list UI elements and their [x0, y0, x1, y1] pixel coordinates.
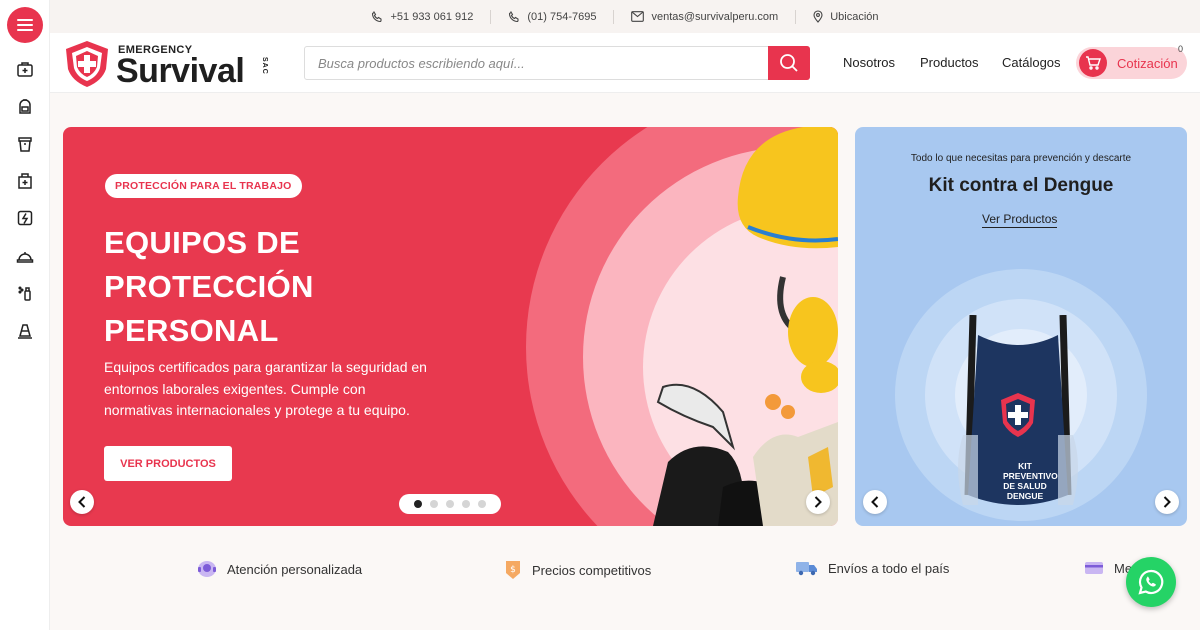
mail-icon — [631, 11, 645, 22]
ppe-equipment-illustration — [653, 127, 838, 526]
chevron-right-icon — [1163, 496, 1171, 508]
logo[interactable]: EMERGENCY Survival SAC — [62, 38, 277, 90]
bag-print-text: KIT PREVENTIVO DE SALUD DENGUE — [1003, 461, 1058, 501]
benefit-label: Envíos a todo el país — [828, 560, 950, 576]
benefit-label: Precios competitivos — [532, 562, 652, 578]
cart-icon — [1086, 56, 1101, 70]
email-address: ventas@survivalperu.com — [651, 10, 779, 23]
logo-suffix: SAC — [261, 57, 268, 75]
phone-contact[interactable]: +51 933 061 912 — [354, 10, 490, 24]
landline-contact[interactable]: (01) 754-7695 — [490, 9, 613, 24]
phone-icon — [509, 10, 519, 22]
shield-cross-icon — [66, 41, 108, 87]
search-button[interactable] — [768, 46, 810, 80]
chevron-right-icon — [814, 496, 822, 508]
benefit-item: Atención personalizada — [197, 560, 362, 578]
carousel-dot[interactable] — [414, 500, 422, 508]
quote-label: Cotización — [1117, 56, 1178, 71]
chevron-left-icon — [871, 496, 879, 508]
promo-title: Kit contra el Dengue — [928, 175, 1114, 196]
benefit-label: Atención personalizada — [227, 561, 363, 577]
location-label: Ubicación — [830, 10, 879, 23]
first-aid-kit-icon[interactable] — [15, 59, 35, 79]
carousel-dots — [399, 494, 501, 514]
promo-subtitle: Todo lo que necesitas para prevención y … — [910, 153, 1132, 164]
cart-icon-wrap — [1079, 49, 1107, 77]
hard-hat-icon[interactable] — [15, 246, 35, 266]
benefit-item: $ Precios competitivos — [504, 560, 651, 580]
whatsapp-icon — [1138, 569, 1164, 595]
hero-title: EQUIPOS DE PROTECCIÓN PERSONAL — [104, 225, 314, 348]
delivery-truck-icon — [796, 562, 817, 576]
svg-text:$: $ — [510, 565, 516, 575]
quote-button[interactable]: Cotización — [1076, 47, 1187, 79]
benefit-item: Me — [1084, 560, 1132, 576]
carousel-dot[interactable] — [462, 500, 470, 508]
contact-bar: +51 933 061 912 (01) 754-7695 ventas@sur… — [50, 0, 1200, 33]
hero-next-button[interactable] — [806, 490, 830, 514]
benefits-strip: Atención personalizada $ Precios competi… — [50, 548, 1200, 592]
hero-description: Equipos certificados para garantizar la … — [104, 359, 427, 418]
payment-card-icon — [1085, 562, 1103, 574]
chevron-left-icon — [78, 496, 86, 508]
nav-nosotros[interactable]: Nosotros — [843, 55, 895, 70]
phone-icon — [372, 10, 383, 22]
hamburger-icon — [17, 19, 33, 31]
nav-productos[interactable]: Productos — [920, 55, 979, 70]
carousel-dot[interactable] — [446, 500, 454, 508]
search-icon — [780, 54, 798, 72]
container-icon[interactable] — [15, 134, 35, 154]
hero-prev-button[interactable] — [70, 490, 94, 514]
email-contact[interactable]: ventas@survivalperu.com — [613, 9, 795, 24]
defibrillator-icon[interactable] — [15, 208, 35, 228]
search-bar — [304, 46, 810, 80]
spray-icon[interactable] — [15, 283, 35, 303]
price-tag-icon: $ — [506, 561, 520, 579]
carousel-dot[interactable] — [430, 500, 438, 508]
map-pin-icon — [813, 10, 823, 23]
hero-category-badge: PROTECCIÓN PARA EL TRABAJO — [105, 174, 302, 198]
promo-link[interactable]: Ver Productos — [982, 212, 1058, 228]
phone-number: +51 933 061 912 — [390, 10, 474, 23]
menu-button[interactable] — [7, 7, 43, 43]
main-header: EMERGENCY Survival SAC Nosotros Producto… — [50, 33, 1200, 93]
benefit-item: Envíos a todo el país — [796, 560, 949, 576]
hero-cta-button[interactable]: VER PRODUCTOS — [104, 446, 232, 481]
traffic-cone-icon[interactable] — [15, 321, 35, 341]
promo-next-button[interactable] — [1155, 490, 1179, 514]
carousel-dot[interactable] — [478, 500, 486, 508]
location-link[interactable]: Ubicación — [795, 9, 895, 24]
search-input[interactable] — [305, 47, 769, 79]
hero-banner: PROTECCIÓN PARA EL TRABAJO EQUIPOS DE PR… — [63, 127, 838, 526]
landline-number: (01) 754-7695 — [527, 10, 597, 23]
logo-wordmark: Survival — [116, 52, 245, 90]
category-sidebar — [0, 0, 50, 630]
whatsapp-button[interactable] — [1126, 557, 1176, 607]
dengue-promo-card: Todo lo que necesitas para prevención y … — [855, 127, 1187, 526]
medical-cabinet-icon[interactable] — [15, 171, 35, 191]
backpack-icon[interactable] — [15, 96, 35, 116]
promo-prev-button[interactable] — [863, 490, 887, 514]
support-icon — [198, 561, 216, 577]
quote-count-badge: 0 — [1178, 44, 1184, 54]
nav-catalogos[interactable]: Catálogos — [1002, 55, 1061, 70]
